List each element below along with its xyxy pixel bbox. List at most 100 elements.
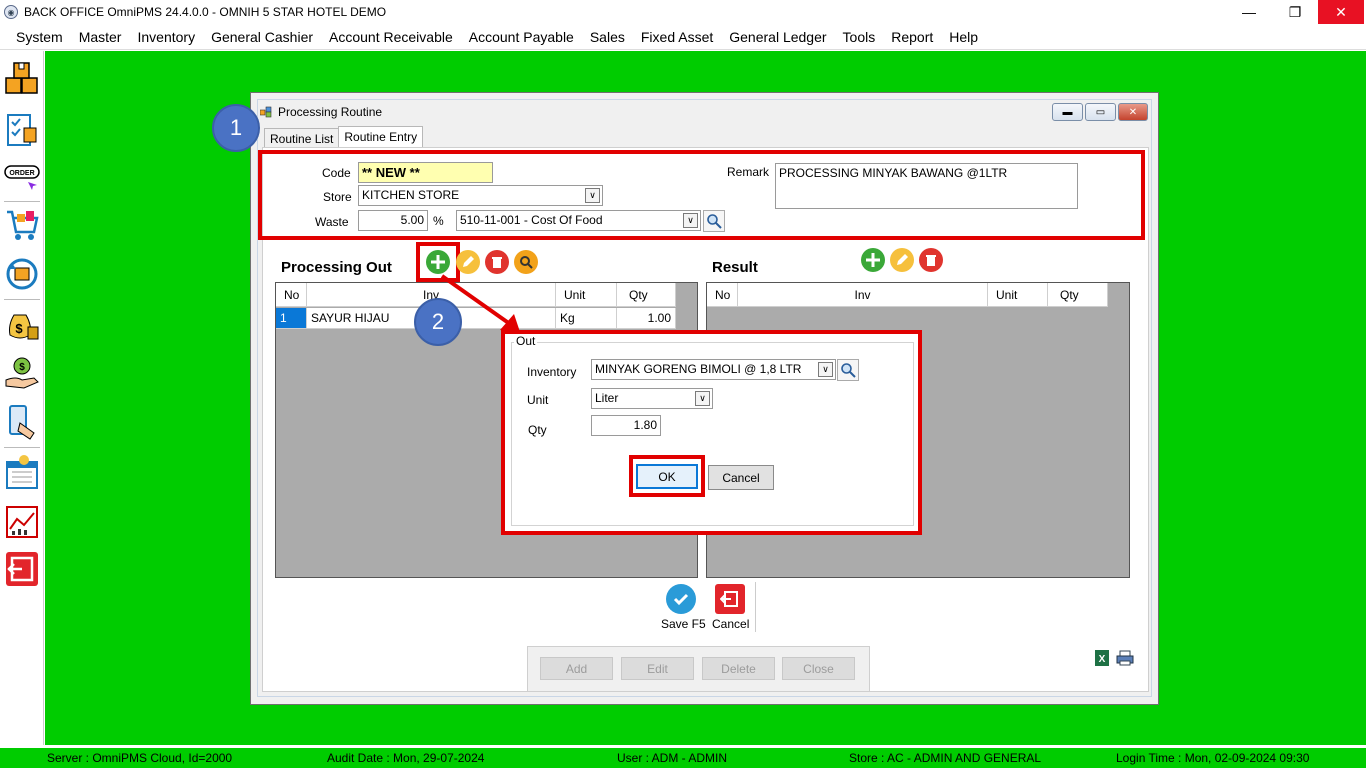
menu-help[interactable]: Help — [941, 24, 986, 50]
column-header-no[interactable]: No — [276, 283, 307, 307]
menu-inventory[interactable]: Inventory — [129, 24, 203, 50]
checklist-icon[interactable] — [3, 109, 41, 149]
unit-value: Liter — [595, 391, 619, 405]
menu-account-payable[interactable]: Account Payable — [461, 24, 582, 50]
column-header-unit[interactable]: Unit — [988, 283, 1048, 307]
save-label[interactable]: Save F5 — [661, 617, 706, 631]
checkmark-icon — [673, 593, 689, 606]
add-result-button[interactable] — [861, 248, 885, 272]
edit-out-button[interactable] — [456, 250, 480, 274]
add-button[interactable]: Add — [540, 657, 613, 680]
annotation-badge-1: 1 — [212, 104, 260, 152]
status-server: Server : OmniPMS Cloud, Id=2000 — [47, 751, 233, 765]
qty-label: Qty — [528, 423, 547, 437]
print-icon[interactable] — [1116, 650, 1134, 666]
status-user: User : ADM - ADMIN — [617, 751, 728, 765]
column-header-qty[interactable]: Qty — [1048, 283, 1108, 307]
column-header-inv[interactable]: Inv — [738, 283, 988, 307]
trash-icon — [492, 257, 502, 268]
column-header-qty[interactable]: Qty — [617, 283, 676, 307]
unit-select[interactable]: Liter ∨ — [591, 388, 713, 409]
edit-button[interactable]: Edit — [621, 657, 694, 680]
chart-report-icon[interactable] — [3, 502, 41, 542]
excel-export-icon[interactable]: X — [1094, 649, 1112, 667]
ok-button[interactable]: OK — [636, 464, 698, 489]
table-row-unit[interactable]: Kg — [556, 308, 617, 329]
form-icon — [259, 106, 272, 118]
exit-icon[interactable] — [3, 549, 41, 589]
qty-field[interactable]: 1.80 — [591, 415, 661, 436]
menu-general-ledger[interactable]: General Ledger — [721, 24, 834, 50]
cash-hand-icon[interactable]: $ — [3, 353, 41, 393]
close-button[interactable]: ✕ — [1318, 0, 1364, 24]
order-icon[interactable]: ORDER — [3, 157, 41, 197]
minimize-button[interactable]: — — [1226, 0, 1272, 24]
menu-sales[interactable]: Sales — [582, 24, 633, 50]
cancel-entry-button[interactable] — [715, 584, 745, 614]
delete-out-button[interactable] — [485, 250, 509, 274]
inventory-boxes-icon[interactable] — [3, 59, 41, 99]
status-store: Store : AC - ADMIN AND GENERAL — [849, 751, 1042, 765]
delete-button[interactable]: Delete — [702, 657, 775, 680]
annotation-badge-2: 2 — [414, 298, 462, 346]
window-title: BACK OFFICE OmniPMS 24.4.0.0 - OMNIH 5 S… — [24, 5, 387, 19]
form-minimize-button[interactable]: ▬ — [1052, 103, 1083, 121]
inventory-label: Inventory — [527, 365, 577, 379]
svg-text:$: $ — [19, 362, 25, 373]
menu-master[interactable]: Master — [71, 24, 130, 50]
status-login-time: Login Time : Mon, 02-09-2024 09:30 — [1116, 751, 1310, 765]
table-row-qty[interactable]: 1.00 — [617, 308, 676, 329]
title-bar: ◉ BACK OFFICE OmniPMS 24.4.0.0 - OMNIH 5… — [0, 0, 1366, 24]
tab-routine-entry[interactable]: Routine Entry — [338, 126, 424, 148]
search-out-button[interactable] — [514, 250, 538, 274]
menu-bar: System Master Inventory General Cashier … — [0, 24, 1366, 50]
delete-result-button[interactable] — [919, 248, 943, 272]
menu-fixed-asset[interactable]: Fixed Asset — [633, 24, 721, 50]
inventory-select[interactable]: MINYAK GORENG BIMOLI @ 1,8 LTR ∨ — [591, 359, 836, 380]
pencil-icon — [897, 254, 908, 265]
form-maximize-button[interactable]: ▭ — [1085, 103, 1116, 121]
svg-text:ORDER: ORDER — [9, 170, 34, 177]
cancel-label[interactable]: Cancel — [712, 617, 749, 631]
calendar-report-icon[interactable] — [3, 453, 41, 493]
menu-tools[interactable]: Tools — [835, 24, 884, 50]
money-bag-icon[interactable]: $ — [3, 304, 41, 344]
close-button-bottom[interactable]: Close — [782, 657, 855, 680]
inventory-search-button[interactable] — [837, 359, 859, 381]
save-button[interactable] — [666, 584, 696, 614]
form-title: Processing Routine — [278, 105, 383, 119]
status-audit-date: Audit Date : Mon, 29-07-2024 — [327, 751, 485, 765]
dialog-cancel-button[interactable]: Cancel — [708, 465, 774, 490]
processing-out-title: Processing Out — [281, 259, 392, 276]
status-bar: Server : OmniPMS Cloud, Id=2000 Audit Da… — [0, 748, 1366, 768]
left-toolbar: ORDER $ $ — [0, 51, 44, 745]
inventory-value: MINYAK GORENG BIMOLI @ 1,8 LTR — [595, 362, 802, 376]
plus-icon — [866, 253, 880, 267]
cart-icon[interactable] — [3, 205, 41, 245]
mobile-payment-icon[interactable] — [3, 402, 41, 442]
pencil-icon — [463, 256, 474, 267]
menu-system[interactable]: System — [0, 24, 71, 50]
column-header-unit[interactable]: Unit — [556, 283, 617, 307]
add-out-button[interactable] — [426, 250, 450, 274]
svg-text:X: X — [1099, 654, 1106, 665]
plus-icon — [431, 255, 445, 269]
exit-icon — [720, 591, 738, 607]
sync-icon[interactable] — [3, 254, 41, 294]
column-header-no[interactable]: No — [707, 283, 738, 307]
svg-text:$: $ — [15, 321, 23, 336]
edit-result-button[interactable] — [890, 248, 914, 272]
app-icon: ◉ — [4, 5, 18, 19]
form-close-button[interactable]: ✕ — [1118, 103, 1148, 121]
chevron-down-icon[interactable]: ∨ — [695, 391, 710, 406]
search-icon — [841, 363, 856, 378]
tab-routine-list[interactable]: Routine List — [264, 128, 340, 148]
chevron-down-icon[interactable]: ∨ — [818, 362, 833, 377]
menu-account-receivable[interactable]: Account Receivable — [321, 24, 461, 50]
trash-icon — [926, 255, 936, 266]
table-row-no[interactable]: 1 — [276, 308, 307, 329]
restore-button[interactable]: ❐ — [1272, 0, 1318, 24]
menu-general-cashier[interactable]: General Cashier — [203, 24, 321, 50]
menu-report[interactable]: Report — [883, 24, 941, 50]
search-icon — [520, 256, 533, 269]
